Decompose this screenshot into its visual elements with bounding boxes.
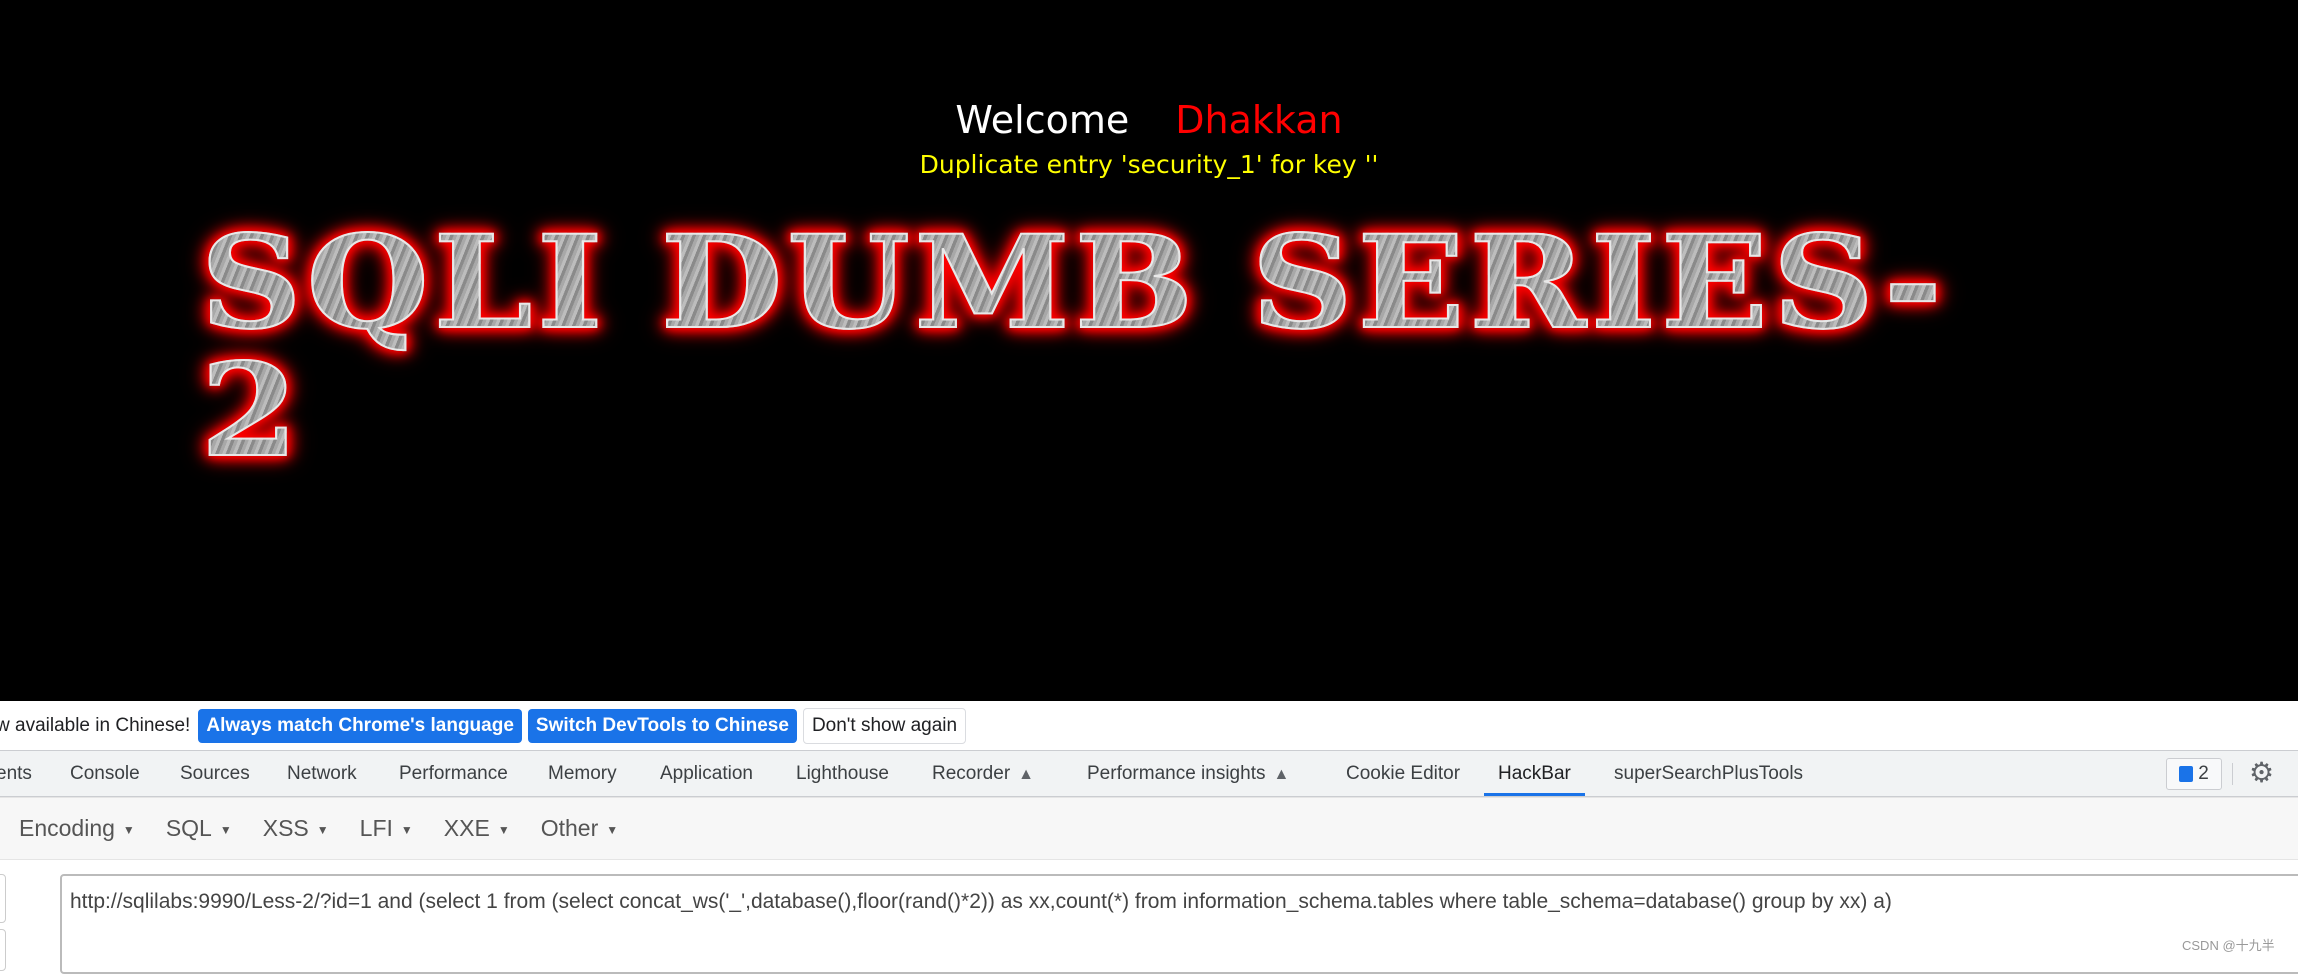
username: Dhakkan [1175, 98, 1343, 142]
url-textarea[interactable]: http://sqlilabs:9990/Less-2/?id=1 and (s… [60, 874, 2298, 974]
encoding-label: Encoding [19, 815, 115, 841]
tab-console[interactable]: Console [70, 751, 140, 796]
encoding-menu[interactable]: Encoding ▼ [19, 815, 135, 842]
other-label: Other [540, 815, 599, 841]
tab-network[interactable]: Network [287, 751, 357, 796]
lfi-menu[interactable]: LFI ▼ [360, 815, 413, 842]
split-url-button[interactable] [0, 929, 6, 971]
web-page: Welcome Dhakkan Duplicate entry 'security… [0, 0, 2298, 701]
sql-label: SQL [165, 815, 212, 841]
watermark: CSDN @十九半 [2182, 938, 2275, 953]
tab-cookie-editor[interactable]: Cookie Editor [1346, 751, 1460, 796]
tab-memory[interactable]: Memory [548, 751, 617, 796]
tab-performance[interactable]: Performance [399, 751, 508, 796]
divider [2232, 763, 2233, 785]
tab-application[interactable]: Application [660, 751, 753, 796]
xxe-menu[interactable]: XXE ▼ [444, 815, 510, 842]
switch-to-chinese-button[interactable]: Switch DevTools to Chinese [527, 708, 797, 743]
language-notice-bar: w available in Chinese! Always match Chr… [0, 701, 2298, 750]
banner-image: SQLI DUMB SERIES-2 [199, 218, 1943, 476]
welcome-text: Welcome [955, 98, 1130, 142]
other-menu[interactable]: Other ▼ [541, 815, 618, 842]
experimental-flask-icon: ▲ [1273, 766, 1290, 783]
caret-down-icon: ▼ [497, 822, 510, 837]
notice-text: w available in Chinese! [0, 714, 191, 736]
tab-elements[interactable]: ents [0, 751, 32, 796]
lfi-label: LFI [359, 815, 393, 841]
hackbar-toolbar: Encoding ▼ SQL ▼ XSS ▼ LFI ▼ XXE ▼ Other ▼ [0, 797, 2298, 860]
caret-down-icon: ▼ [122, 822, 135, 837]
caret-down-icon: ▼ [400, 822, 413, 837]
banner-title: SQLI DUMB SERIES-2 [199, 218, 1997, 476]
tab-performance-insights-label: Performance insights [1087, 763, 1266, 784]
always-match-language-button[interactable]: Always match Chrome's language [198, 708, 522, 743]
issues-count: 2 [2198, 763, 2209, 784]
tab-recorder-label: Recorder [932, 763, 1011, 784]
caret-down-icon: ▼ [606, 822, 619, 837]
xss-menu[interactable]: XSS ▼ [263, 815, 329, 842]
tab-performance-insights[interactable]: Performance insights ▲ [1087, 751, 1289, 796]
xss-label: XSS [262, 815, 309, 841]
tab-recorder[interactable]: Recorder ▲ [932, 751, 1034, 796]
caret-down-icon: ▼ [219, 822, 232, 837]
caret-down-icon: ▼ [316, 822, 329, 837]
sql-error-message: Duplicate entry 'security_1' for key '' [919, 150, 1379, 179]
issues-button[interactable]: 2 [2166, 758, 2222, 790]
xxe-label: XXE [443, 815, 490, 841]
load-url-button[interactable] [0, 874, 6, 923]
issues-icon [2179, 766, 2194, 782]
tab-hackbar[interactable]: HackBar [1484, 751, 1585, 796]
welcome-line: Welcome Dhakkan [0, 98, 2298, 142]
experimental-flask-icon: ▲ [1018, 766, 1034, 783]
tab-supersearchplustools[interactable]: superSearchPlusTools [1614, 751, 1803, 796]
dont-show-again-button[interactable]: Don't show again [802, 707, 967, 744]
devtools-tab-bar: ents Console Sources Network Performance… [0, 750, 2298, 797]
tab-lighthouse[interactable]: Lighthouse [796, 751, 889, 796]
tab-sources[interactable]: Sources [180, 751, 250, 796]
sql-menu[interactable]: SQL ▼ [166, 815, 232, 842]
settings-gear-icon[interactable]: ⚙ [2249, 756, 2274, 789]
